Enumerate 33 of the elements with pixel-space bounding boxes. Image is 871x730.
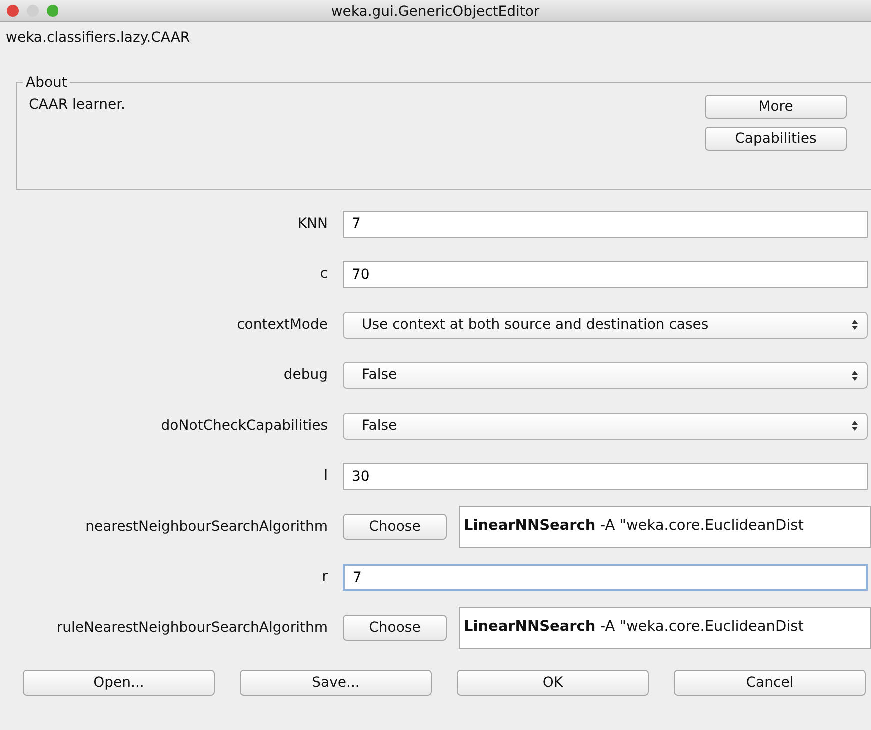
ok-button[interactable]: OK <box>457 670 649 696</box>
text-field[interactable]: 30 <box>343 463 868 490</box>
property-label: doNotCheckCapabilities <box>160 416 329 436</box>
spinner-arrows-icon <box>851 370 859 382</box>
capabilities-button[interactable]: Capabilities <box>705 126 847 150</box>
more-button[interactable]: More <box>705 95 847 119</box>
open-button[interactable]: Open... <box>23 670 215 696</box>
cancel-button[interactable]: Cancel <box>674 670 866 696</box>
choose-button[interactable]: Choose <box>343 514 447 540</box>
dropdown[interactable]: False <box>343 362 868 390</box>
object-value-field[interactable]: LinearNNSearch -A "weka.core.EuclideanDist <box>459 607 871 650</box>
spinner-arrows-icon <box>851 319 859 332</box>
spinner-arrows-icon <box>851 420 859 432</box>
window-title: weka.gui.GenericObjectEditor <box>331 4 540 20</box>
property-label: contextMode <box>236 316 329 335</box>
text-field[interactable]: 7 <box>343 564 868 592</box>
text-field[interactable]: 7 <box>343 210 868 238</box>
property-label: r <box>321 568 329 588</box>
property-label: ruleNearestNeighbourSearchAlgorithm <box>56 618 329 638</box>
property-label: c <box>319 265 329 284</box>
text-field[interactable]: 70 <box>343 261 868 288</box>
window-controls-icon[interactable] <box>6 4 58 18</box>
choose-button[interactable]: Choose <box>343 615 447 642</box>
dropdown[interactable]: False <box>343 412 868 440</box>
class-name: weka.classifiers.lazy.CAAR <box>6 30 190 46</box>
property-label: l <box>323 467 329 486</box>
dropdown[interactable]: Use context at both source and destination cases <box>343 312 868 339</box>
property-label: KNN <box>296 214 329 234</box>
object-value-field[interactable]: LinearNNSearch -A "weka.core.EuclideanDist <box>459 506 871 548</box>
property-label: nearestNeighbourSearchAlgorithm <box>84 518 329 537</box>
property-label: debug <box>282 366 329 386</box>
about-text: CAAR learner. <box>29 96 126 115</box>
save-button[interactable]: Save... <box>240 670 432 696</box>
